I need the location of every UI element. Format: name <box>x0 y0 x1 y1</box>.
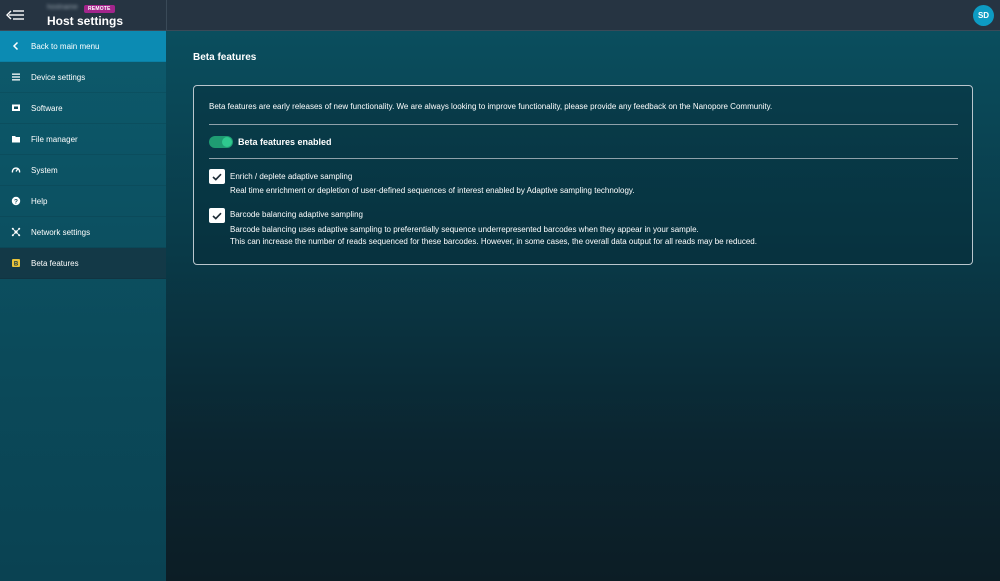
toggle-knob <box>222 137 232 147</box>
sidebar-item-system[interactable]: System <box>0 155 166 186</box>
sidebar-item-label: Beta features <box>31 258 79 268</box>
sidebar-item-network-settings[interactable]: Network settings <box>0 217 166 248</box>
enrich-deplete-title: Enrich / deplete adaptive sampling <box>230 172 353 181</box>
beta-features-toggle-label: Beta features enabled <box>238 137 332 147</box>
sidebar-item-label: Software <box>31 103 63 113</box>
sidebar-item-file-manager[interactable]: File manager <box>0 124 166 155</box>
topbar-divider <box>166 0 167 31</box>
checkmark-icon <box>212 212 222 220</box>
gauge-icon <box>0 155 31 186</box>
sidebar-item-label: Help <box>31 196 48 206</box>
barcode-balancing-description-line-1: Barcode balancing uses adaptive sampling… <box>230 225 699 234</box>
host-name: hostname <box>47 4 78 11</box>
sidebar-item-beta-features[interactable]: B Beta features <box>0 248 166 279</box>
software-icon <box>0 93 31 124</box>
divider <box>209 158 958 159</box>
beta-features-toggle[interactable] <box>209 136 233 148</box>
top-bar: hostname REMOTE Host settings SD <box>0 0 1000 31</box>
page-header-title: Host settings <box>47 14 124 28</box>
sidebar-item-label: File manager <box>31 134 78 144</box>
help-icon: ? <box>0 186 31 217</box>
sidebar-item-label: Back to main menu <box>31 41 100 51</box>
enrich-deplete-checkbox[interactable] <box>209 169 225 184</box>
remote-badge: REMOTE <box>84 5 115 13</box>
sidebar-item-label: System <box>31 165 58 175</box>
divider <box>209 124 958 125</box>
svg-text:B: B <box>13 261 18 267</box>
sidebar-item-label: Network settings <box>31 227 91 237</box>
enrich-deplete-description: Real time enrichment or depletion of use… <box>230 186 635 195</box>
list-icon <box>0 62 31 93</box>
sidebar-item-device-settings[interactable]: Device settings <box>0 62 166 93</box>
chevron-left-icon <box>0 31 31 62</box>
beta-intro-text: Beta features are early releases of new … <box>209 102 773 111</box>
beta-icon: B <box>0 248 31 279</box>
user-avatar[interactable]: SD <box>973 5 994 26</box>
network-icon <box>0 217 31 248</box>
barcode-balancing-description-line-2: This can increase the number of reads se… <box>230 237 757 246</box>
beta-features-card: Beta features are early releases of new … <box>193 85 973 265</box>
page-title: Beta features <box>193 52 257 63</box>
barcode-balancing-checkbox[interactable] <box>209 208 225 223</box>
svg-text:?: ? <box>14 198 18 205</box>
sidebar: Back to main menu Device settings Softwa… <box>0 31 166 581</box>
checkmark-icon <box>212 173 222 181</box>
main-content: Beta features Beta features are early re… <box>166 31 1000 581</box>
sidebar-item-label: Device settings <box>31 72 86 82</box>
sidebar-item-back[interactable]: Back to main menu <box>0 31 166 62</box>
barcode-balancing-title: Barcode balancing adaptive sampling <box>230 210 363 219</box>
sidebar-item-software[interactable]: Software <box>0 93 166 124</box>
sidebar-item-help[interactable]: ? Help <box>0 186 166 217</box>
collapse-menu-icon[interactable] <box>6 7 26 23</box>
folder-icon <box>0 124 31 155</box>
